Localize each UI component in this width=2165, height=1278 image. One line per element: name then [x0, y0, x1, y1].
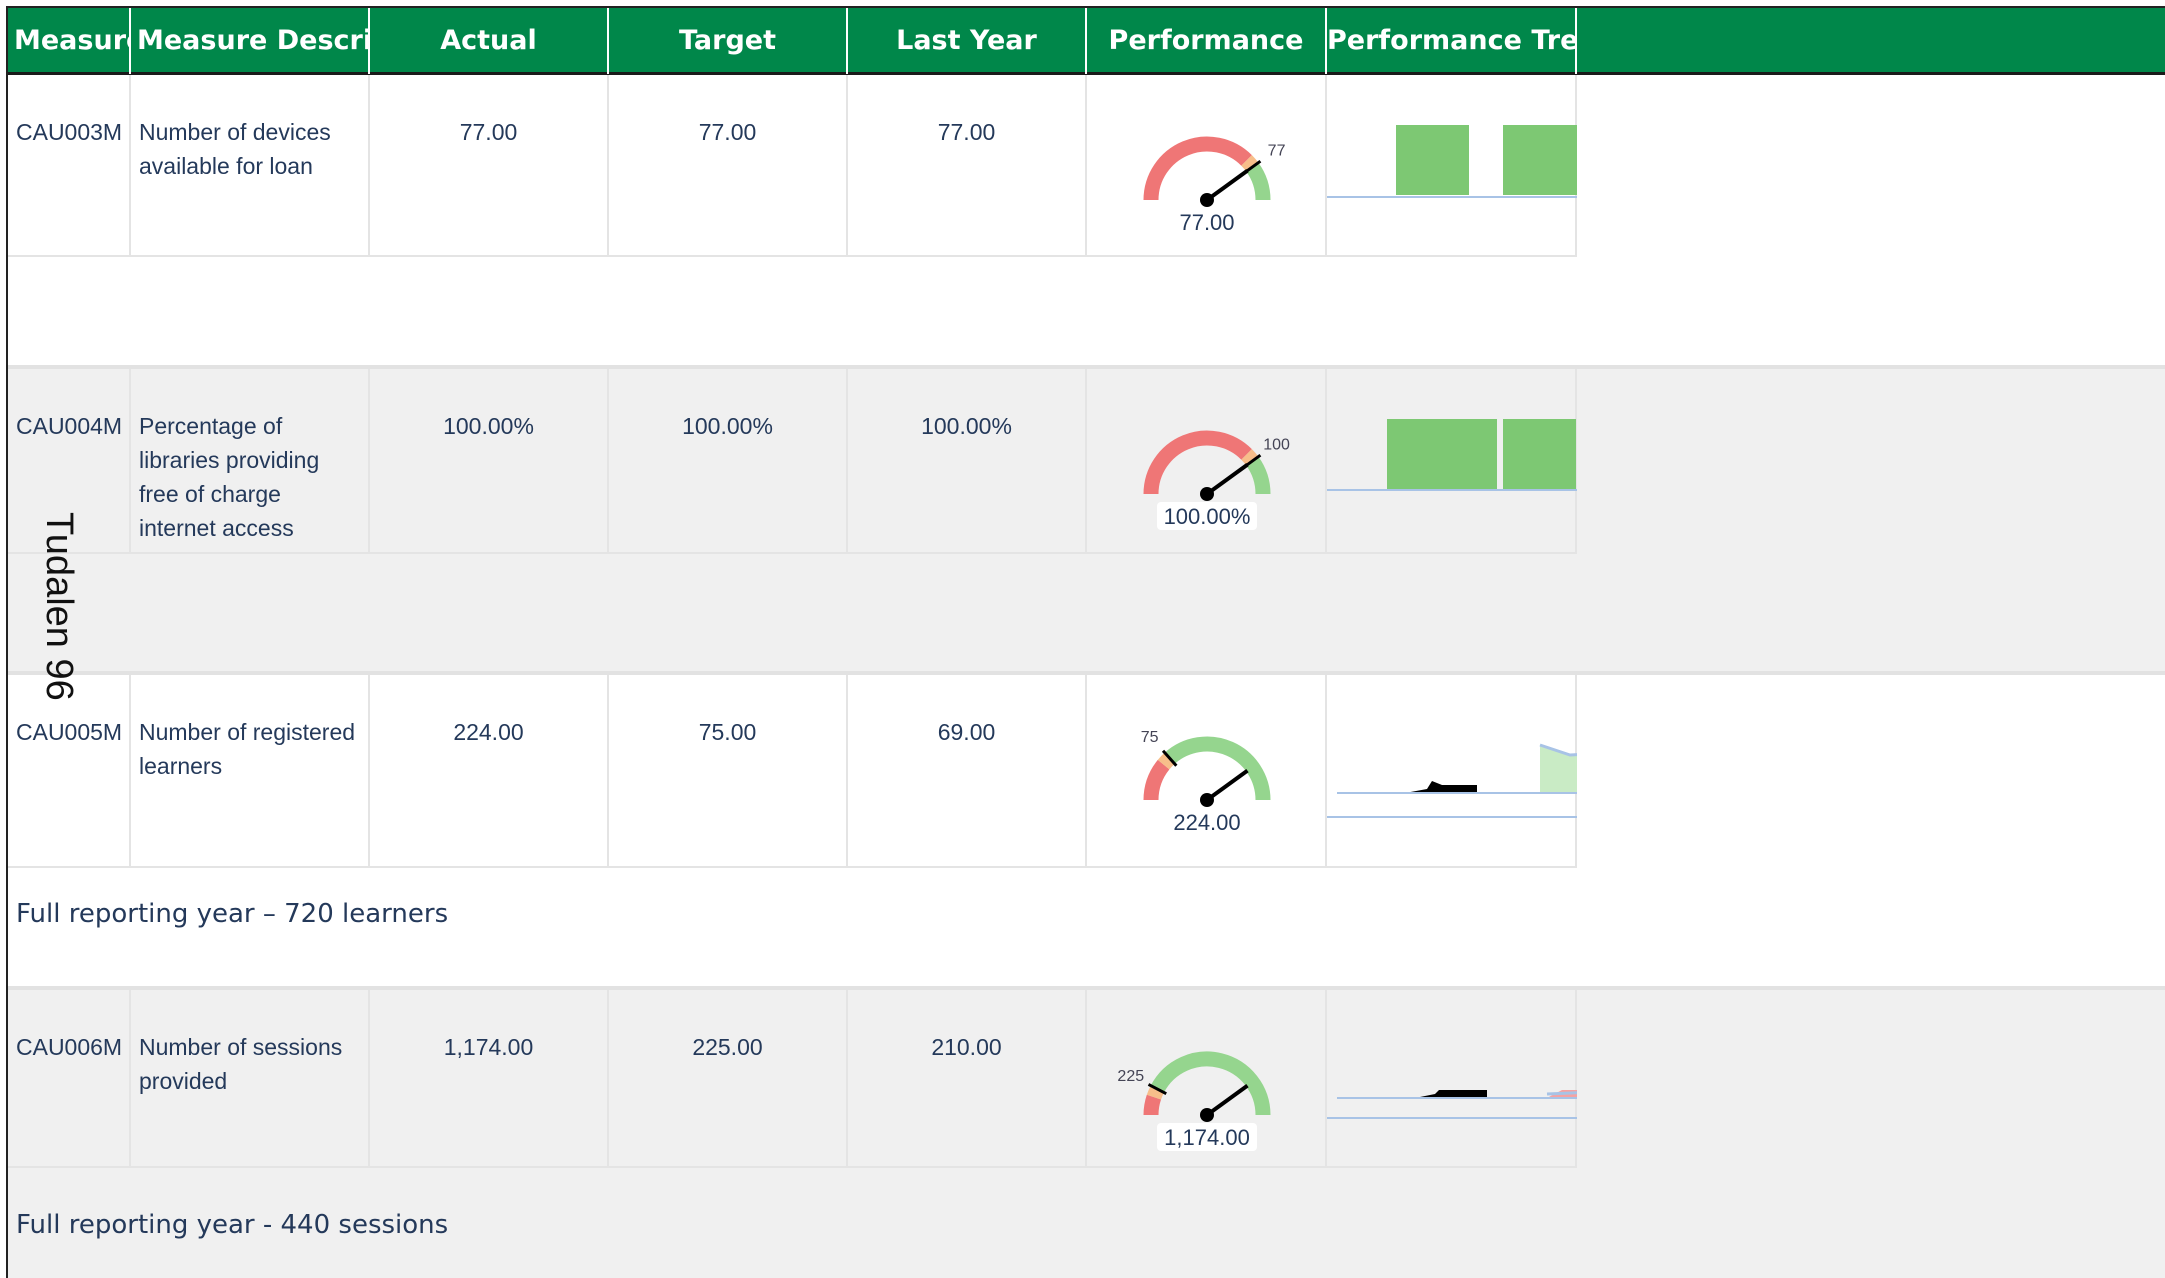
gauge-band-green [1246, 162, 1271, 201]
table-row: CAU004M Percentage of libraries providin… [8, 369, 2165, 671]
trend-sparkline [1327, 1090, 1577, 1119]
performance-gauge: 100 100.00% [1087, 369, 1327, 554]
actual-value: 100.00% [370, 369, 609, 554]
performance-trend-chart [1327, 369, 1577, 554]
last-year-value: 77.00 [848, 75, 1087, 257]
measure-description: Number of devices available for loan [131, 75, 370, 257]
trend-bar [1387, 419, 1497, 489]
gauge-chart: 77 77.00 [1143, 136, 1286, 236]
header-performance[interactable]: Performance [1087, 8, 1327, 74]
last-year-value: 210.00 [848, 990, 1087, 1168]
measure-code: CAU006M [8, 990, 131, 1168]
gauge-band-red [1143, 136, 1252, 201]
target-value: 75.00 [609, 675, 848, 868]
measure-code: CAU003M [8, 75, 131, 257]
gauge-pivot [1200, 1108, 1214, 1122]
trend-bar [1503, 419, 1576, 489]
gauge-band-red [1143, 430, 1252, 495]
gauge-value-label: 1,174.00 [1164, 1125, 1250, 1150]
performance-trend-chart [1327, 75, 1577, 257]
performance-trend-chart [1327, 990, 1577, 1168]
measure-description: Number of sessions provided [131, 990, 370, 1168]
performance-table: Measure Measure Description Actual Targe… [6, 6, 2165, 1278]
gauge-target-label: 75 [1141, 729, 1159, 746]
trend-sparkline [1327, 419, 1577, 491]
table-row: CAU003M Number of devices available for … [8, 75, 2165, 365]
gauge-band-red [1143, 759, 1170, 801]
actual-value: 77.00 [370, 75, 609, 257]
measure-description: Number of registered learners [131, 675, 370, 868]
gauge-target-label: 100 [1263, 436, 1290, 453]
gauge-pivot [1200, 487, 1214, 501]
gauge-pivot [1200, 793, 1214, 807]
actual-value: 1,174.00 [370, 990, 609, 1168]
trend-sparkline [1327, 743, 1577, 818]
performance-gauge: 75 224.00 [1087, 675, 1327, 868]
gauge-band-red [1143, 1094, 1162, 1116]
gauge-needle [1205, 1083, 1249, 1117]
header-measure-description[interactable]: Measure Description [131, 8, 370, 74]
gauge-target-label: 225 [1117, 1068, 1144, 1085]
table-header: Measure Measure Description Actual Targe… [8, 6, 2165, 75]
performance-gauge: 225 1,174.00 [1087, 990, 1327, 1168]
measure-code: CAU005M [8, 675, 131, 868]
trend-area-last-year [1405, 781, 1477, 793]
trend-bar [1396, 125, 1469, 195]
gauge-value-label: 77.00 [1179, 210, 1234, 235]
gauge-chart: 100 100.00% [1143, 430, 1290, 530]
trend-area-last-year [1415, 1090, 1487, 1098]
last-year-value: 69.00 [848, 675, 1087, 868]
performance-trend-chart [1327, 675, 1577, 868]
trend-sparkline [1327, 125, 1577, 198]
table-row: CAU006M Number of sessions provided 1,17… [8, 990, 2165, 1278]
header-measure[interactable]: Measure [8, 8, 131, 74]
gauge-needle [1205, 462, 1249, 496]
gauge-chart: 75 224.00 [1141, 729, 1271, 836]
gauge-value-label: 100.00% [1164, 504, 1251, 529]
gauge-needle [1205, 768, 1249, 802]
gauge-target-label: 77 [1268, 142, 1286, 159]
target-value: 100.00% [609, 369, 848, 554]
gauge-value-label: 224.00 [1173, 810, 1240, 835]
header-target[interactable]: Target [609, 8, 848, 74]
header-last-year[interactable]: Last Year [848, 8, 1087, 74]
performance-gauge: 77 77.00 [1087, 75, 1327, 257]
gauge-chart: 225 1,174.00 [1117, 1051, 1271, 1151]
actual-value: 224.00 [370, 675, 609, 868]
gauge-needle [1205, 168, 1249, 202]
last-year-value: 100.00% [848, 369, 1087, 554]
table-row: CAU005M Number of registered learners 22… [8, 675, 2165, 986]
measure-description: Percentage of libraries providing free o… [131, 369, 370, 554]
target-value: 77.00 [609, 75, 848, 257]
gauge-pivot [1200, 193, 1214, 207]
header-actual[interactable]: Actual [370, 8, 609, 74]
target-value: 225.00 [609, 990, 848, 1168]
measure-comment: Full reporting year – 720 learners [16, 899, 449, 929]
page-number-label: Tudalen 96 [38, 512, 80, 701]
trend-line [1546, 1091, 1577, 1096]
gauge-band-green [1246, 456, 1271, 495]
trend-bar [1503, 125, 1577, 195]
header-performance-trend[interactable]: Performance Trend [1327, 8, 1577, 74]
measure-comment: Full reporting year - 440 sessions [16, 1210, 449, 1240]
